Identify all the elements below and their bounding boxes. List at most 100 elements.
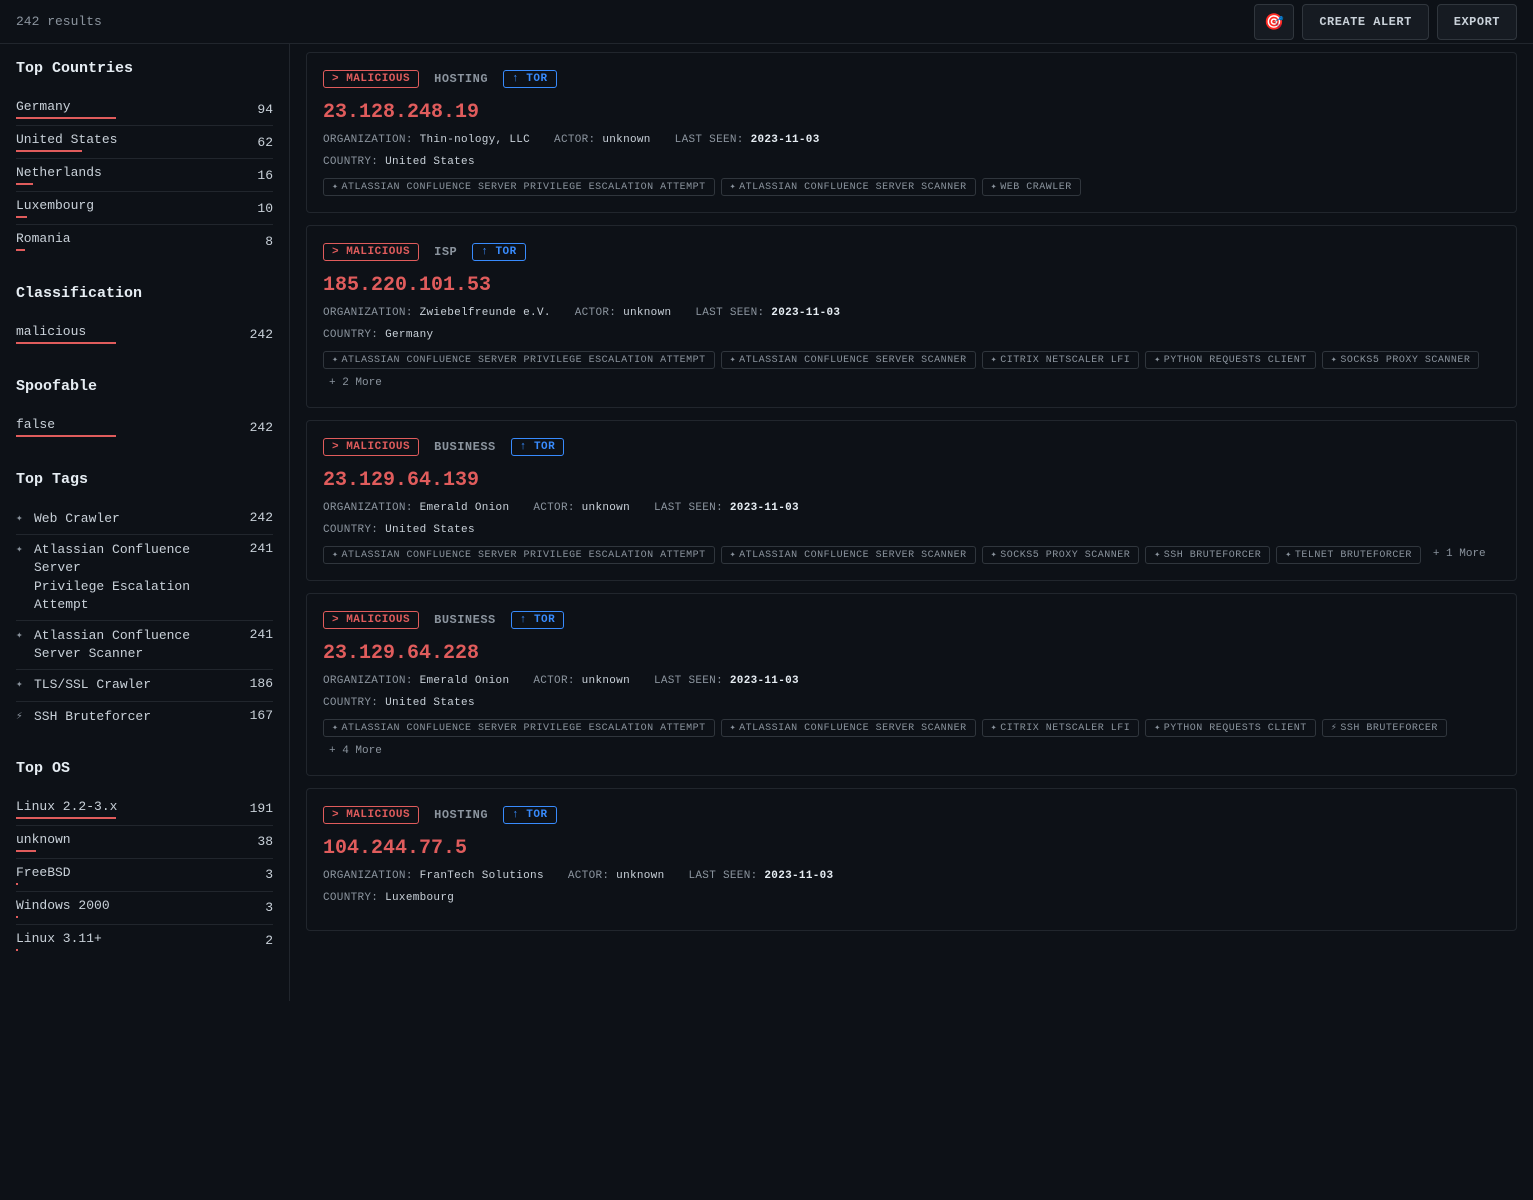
card-ip[interactable]: 23.128.248.19 xyxy=(323,101,1500,124)
country-row[interactable]: Germany 94 xyxy=(16,93,273,126)
tag-icon: ✦ xyxy=(16,542,28,556)
create-alert-button[interactable]: CREATE ALERT xyxy=(1302,4,1428,40)
card-meta: ORGANIZATION: Thin-nology, LLC ACTOR: un… xyxy=(323,134,1500,146)
os-count: 2 xyxy=(265,933,273,948)
badge-malicious: MALICIOUS xyxy=(323,70,419,88)
tag-item[interactable]: ✦ Atlassian Confluence ServerPrivilege E… xyxy=(16,535,273,621)
os-row[interactable]: unknown 38 xyxy=(16,826,273,859)
card-last-seen: LAST SEEN: 2023-11-03 xyxy=(654,502,799,514)
card-tag-label: PYTHON REQUESTS CLIENT xyxy=(1164,723,1307,734)
card-badges: MALICIOUSBUSINESSTOR xyxy=(323,437,1500,457)
card-badges: MALICIOUSBUSINESSTOR xyxy=(323,610,1500,630)
country-row[interactable]: Romania 8 xyxy=(16,225,273,257)
classification-row[interactable]: malicious 242 xyxy=(16,318,273,350)
top-countries-section: Top Countries Germany 94 United States 6… xyxy=(16,60,273,257)
badge-tor: TOR xyxy=(511,611,565,629)
card-meta: ORGANIZATION: FranTech Solutions ACTOR: … xyxy=(323,870,1500,882)
country-row[interactable]: United States 62 xyxy=(16,126,273,159)
card-country: COUNTRY: Luxembourg xyxy=(323,892,1500,904)
export-button[interactable]: EXPORT xyxy=(1437,4,1517,40)
badge-isp: ISP xyxy=(425,242,466,262)
tag-label: Atlassian Confluence ServerPrivilege Esc… xyxy=(34,541,237,614)
country-row[interactable]: Luxembourg 10 xyxy=(16,192,273,225)
card-badges: MALICIOUSHOSTINGTOR xyxy=(323,805,1500,825)
card-tag[interactable]: ✦ ATLASSIAN CONFLUENCE SERVER PRIVILEGE … xyxy=(323,351,715,369)
card-ip[interactable]: 185.220.101.53 xyxy=(323,274,1500,297)
card-tag[interactable]: ✦ ATLASSIAN CONFLUENCE SERVER PRIVILEGE … xyxy=(323,178,715,196)
card-tag-label: ATLASSIAN CONFLUENCE SERVER PRIVILEGE ES… xyxy=(342,355,706,366)
card-tag-label: PYTHON REQUESTS CLIENT xyxy=(1164,355,1307,366)
card-tag[interactable]: ✦ ATLASSIAN CONFLUENCE SERVER SCANNER xyxy=(721,351,976,369)
tag-item[interactable]: ✦ Atlassian Confluence Server Scanner 24… xyxy=(16,621,273,670)
card-tag[interactable]: ✦ ATLASSIAN CONFLUENCE SERVER PRIVILEGE … xyxy=(323,719,715,737)
os-row[interactable]: Linux 2.2-3.x 191 xyxy=(16,793,273,826)
card-tag[interactable]: ⚡ SSH BRUTEFORCER xyxy=(1322,719,1447,737)
card-org: ORGANIZATION: Thin-nology, LLC xyxy=(323,134,530,146)
card-tag-icon: ✦ xyxy=(1154,549,1161,561)
card-tag[interactable]: ✦ SOCKS5 PROXY SCANNER xyxy=(1322,351,1480,369)
os-count: 3 xyxy=(265,900,273,915)
result-card: MALICIOUSHOSTINGTOR 104.244.77.5 ORGANIZ… xyxy=(306,788,1517,931)
card-tag[interactable]: ✦ WEB CRAWLER xyxy=(982,178,1081,196)
country-row[interactable]: Netherlands 16 xyxy=(16,159,273,192)
badge-malicious: MALICIOUS xyxy=(323,438,419,456)
more-tags[interactable]: + 2 More xyxy=(323,375,388,391)
card-actor: ACTOR: unknown xyxy=(575,307,672,319)
card-tag-icon: ✦ xyxy=(1331,354,1338,366)
country-name: Netherlands xyxy=(16,165,102,180)
tag-item[interactable]: ⚡ SSH Bruteforcer 167 xyxy=(16,702,273,732)
card-tag[interactable]: ✦ PYTHON REQUESTS CLIENT xyxy=(1145,351,1316,369)
spoofable-row[interactable]: false 242 xyxy=(16,411,273,443)
tags-list: ✦ Web Crawler 242 ✦ Atlassian Confluence… xyxy=(16,504,273,732)
os-bar xyxy=(16,850,36,852)
country-count: 8 xyxy=(265,234,273,249)
card-tag-icon: ✦ xyxy=(991,181,998,193)
card-ip[interactable]: 23.129.64.228 xyxy=(323,642,1500,665)
results-list: MALICIOUSHOSTINGTOR 23.128.248.19 ORGANI… xyxy=(306,52,1517,931)
card-ip[interactable]: 23.129.64.139 xyxy=(323,469,1500,492)
badge-hosting: HOSTING xyxy=(425,69,497,89)
card-last-seen: LAST SEEN: 2023-11-03 xyxy=(675,134,820,146)
card-tag-label: SOCKS5 PROXY SCANNER xyxy=(1340,355,1470,366)
badge-business: BUSINESS xyxy=(425,610,505,630)
card-ip[interactable]: 104.244.77.5 xyxy=(323,837,1500,860)
card-tag[interactable]: ✦ ATLASSIAN CONFLUENCE SERVER SCANNER xyxy=(721,719,976,737)
card-tag[interactable]: ✦ CITRIX NETSCALER LFI xyxy=(982,351,1140,369)
classification-title: Classification xyxy=(16,285,273,302)
card-tag[interactable]: ✦ TELNET BRUTEFORCER xyxy=(1276,546,1421,564)
os-row[interactable]: Windows 2000 3 xyxy=(16,892,273,925)
os-bar xyxy=(16,883,18,885)
os-row[interactable]: FreeBSD 3 xyxy=(16,859,273,892)
more-tags[interactable]: + 1 More xyxy=(1427,546,1492,564)
card-meta: ORGANIZATION: Emerald Onion ACTOR: unkno… xyxy=(323,502,1500,514)
card-tag-label: ATLASSIAN CONFLUENCE SERVER SCANNER xyxy=(739,723,967,734)
card-tag-icon: ✦ xyxy=(1285,549,1292,561)
tag-label: Atlassian Confluence Server Scanner xyxy=(34,627,237,663)
os-count: 3 xyxy=(265,867,273,882)
card-tag-icon: ✦ xyxy=(730,549,737,561)
card-org: ORGANIZATION: Emerald Onion xyxy=(323,502,509,514)
card-tag-label: ATLASSIAN CONFLUENCE SERVER SCANNER xyxy=(739,182,967,193)
card-tag[interactable]: ✦ ATLASSIAN CONFLUENCE SERVER PRIVILEGE … xyxy=(323,546,715,564)
spoofable-list: false 242 xyxy=(16,411,273,443)
tag-label: TLS/SSL Crawler xyxy=(34,676,237,694)
card-tag[interactable]: ✦ SOCKS5 PROXY SCANNER xyxy=(982,546,1140,564)
card-tag[interactable]: ✦ ATLASSIAN CONFLUENCE SERVER SCANNER xyxy=(721,546,976,564)
tag-item[interactable]: ✦ TLS/SSL Crawler 186 xyxy=(16,670,273,701)
card-tag[interactable]: ✦ ATLASSIAN CONFLUENCE SERVER SCANNER xyxy=(721,178,976,196)
os-count: 191 xyxy=(250,801,273,816)
tag-count: 241 xyxy=(243,627,273,642)
more-tags[interactable]: + 4 More xyxy=(323,743,388,759)
filter-icon: 🎯 xyxy=(1264,12,1284,32)
os-row[interactable]: Linux 3.11+ 2 xyxy=(16,925,273,957)
card-tag[interactable]: ✦ CITRIX NETSCALER LFI xyxy=(982,719,1140,737)
card-tag[interactable]: ✦ SSH BRUTEFORCER xyxy=(1145,546,1270,564)
card-tag-label: CITRIX NETSCALER LFI xyxy=(1000,723,1130,734)
spoofable-count: 242 xyxy=(250,420,273,435)
tag-item[interactable]: ✦ Web Crawler 242 xyxy=(16,504,273,535)
result-card: MALICIOUSBUSINESSTOR 23.129.64.228 ORGAN… xyxy=(306,593,1517,776)
card-tag[interactable]: ✦ PYTHON REQUESTS CLIENT xyxy=(1145,719,1316,737)
card-tags: ✦ ATLASSIAN CONFLUENCE SERVER PRIVILEGE … xyxy=(323,351,1500,391)
filter-icon-btn[interactable]: 🎯 xyxy=(1254,4,1294,40)
card-tag-icon: ✦ xyxy=(730,354,737,366)
